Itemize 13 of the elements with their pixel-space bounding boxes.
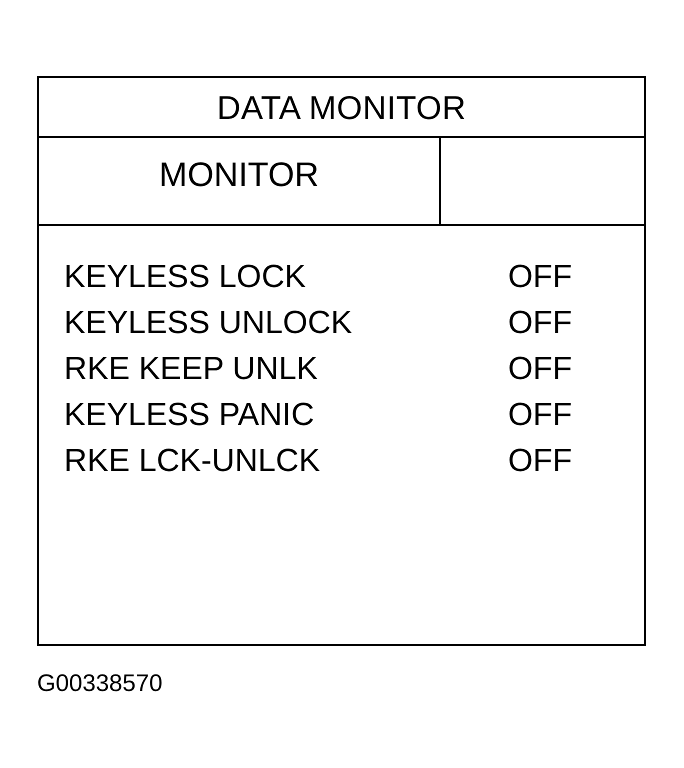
item-value: OFF (508, 395, 572, 434)
item-value: OFF (508, 257, 572, 296)
item-label: KEYLESS UNLOCK (64, 303, 352, 342)
item-label: RKE LCK-UNLCK (64, 441, 320, 480)
panel-title: DATA MONITOR (216, 89, 466, 127)
figure-code: G00338570 (37, 670, 162, 697)
item-value: OFF (508, 441, 572, 480)
item-value: OFF (508, 349, 572, 388)
item-label: KEYLESS PANIC (64, 395, 314, 434)
item-label: RKE KEEP UNLK (64, 349, 318, 388)
item-value: OFF (508, 303, 572, 342)
column-header: MONITOR (159, 156, 319, 195)
item-label: KEYLESS LOCK (64, 257, 306, 296)
